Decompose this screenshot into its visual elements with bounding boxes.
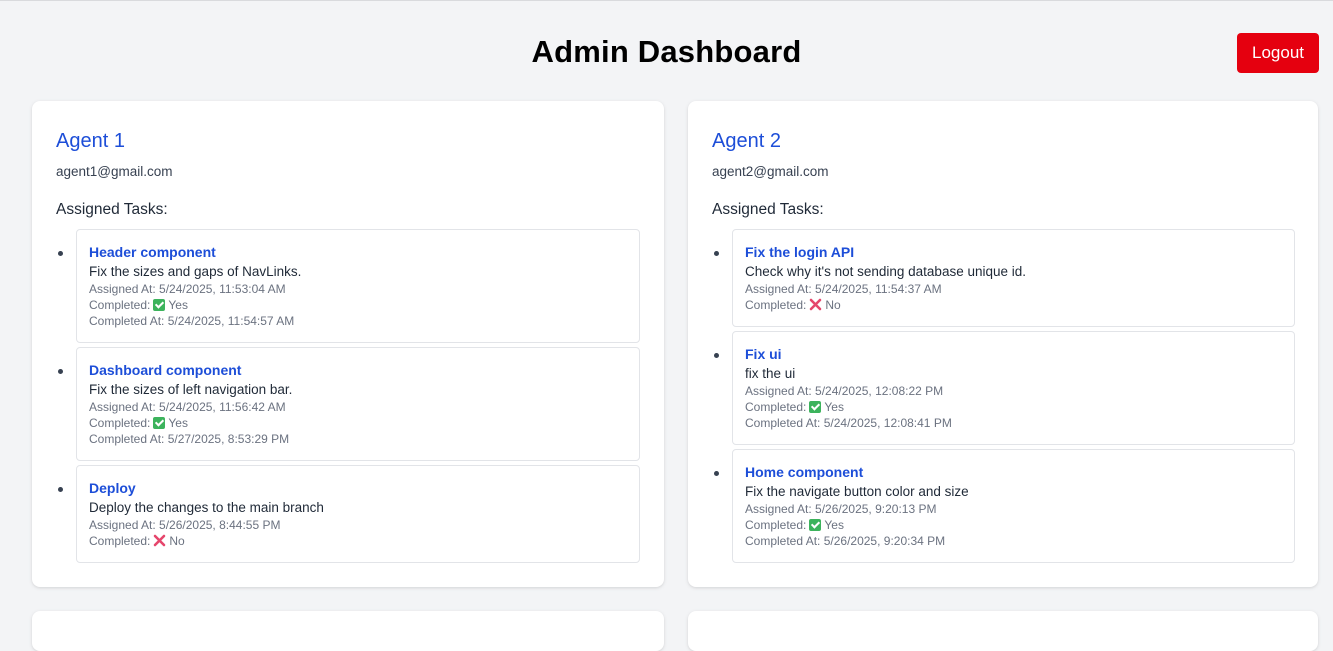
task-completed-status: Completed: No (745, 298, 841, 312)
assigned-tasks-heading: Assigned Tasks: (712, 201, 824, 218)
task-completed-at: Completed At: 5/24/2025, 12:08:41 PM (745, 416, 952, 430)
task-item: Header component Fix the sizes and gaps … (58, 229, 640, 343)
bullet-icon (714, 251, 719, 256)
task-description: Fix the sizes and gaps of NavLinks. (89, 264, 302, 279)
task-title: Fix ui (745, 346, 782, 362)
assigned-tasks-heading: Assigned Tasks: (56, 201, 168, 218)
task-item: Fix ui fix the ui Assigned At: 5/24/2025… (714, 331, 1295, 445)
bullet-icon (714, 353, 719, 358)
task-item: Dashboard component Fix the sizes of lef… (58, 347, 640, 461)
task-completed-at: Completed At: 5/24/2025, 11:54:57 AM (89, 314, 295, 328)
agent-card (688, 611, 1318, 651)
task-description: Deploy the changes to the main branch (89, 500, 324, 515)
task-list: Fix the login API Check why it's not sen… (714, 229, 1295, 567)
bullet-icon (58, 487, 63, 492)
task-item: Deploy Deploy the changes to the main br… (58, 465, 640, 563)
task-completed-status: Completed: No (89, 534, 185, 548)
bullet-icon (58, 251, 63, 256)
task-completed-at: Completed At: 5/27/2025, 8:53:29 PM (89, 432, 290, 446)
agent-card: Agent 1 agent1@gmail.com Assigned Tasks:… (32, 101, 664, 587)
task-completed-at: Completed At: 5/26/2025, 9:20:34 PM (745, 534, 946, 548)
task-description: Check why it's not sending database uniq… (745, 264, 1027, 279)
page-title: Admin Dashboard (531, 34, 802, 69)
top-border (0, 0, 1333, 1)
task-assigned-at: Assigned At: 5/26/2025, 9:20:13 PM (745, 502, 937, 516)
task-title: Deploy (89, 480, 136, 496)
task-assigned-at: Assigned At: 5/26/2025, 8:44:55 PM (89, 518, 281, 532)
task-item: Fix the login API Check why it's not sen… (714, 229, 1295, 327)
task-title: Home component (745, 464, 864, 480)
task-title: Fix the login API (745, 244, 855, 260)
task-assigned-at: Assigned At: 5/24/2025, 11:54:37 AM (745, 282, 942, 296)
check-icon (153, 417, 166, 429)
check-icon (809, 401, 822, 413)
task-completed-status: Completed: Yes (745, 400, 844, 414)
bullet-icon (58, 369, 63, 374)
logout-button[interactable]: Logout (1237, 33, 1319, 73)
check-icon (809, 519, 822, 531)
task-description: Fix the navigate button color and size (745, 484, 969, 499)
task-completed-status: Completed: Yes (745, 518, 844, 532)
task-assigned-at: Assigned At: 5/24/2025, 12:08:22 PM (745, 384, 944, 398)
agent-email: agent2@gmail.com (712, 164, 829, 179)
task-description: fix the ui (745, 366, 796, 381)
cross-icon (810, 298, 822, 311)
task-completed-status: Completed: Yes (89, 298, 188, 312)
bullet-icon (714, 471, 719, 476)
task-completed-status: Completed: Yes (89, 416, 188, 430)
task-list: Header component Fix the sizes and gaps … (58, 229, 640, 567)
task-item: Home component Fix the navigate button c… (714, 449, 1295, 563)
cross-icon (154, 534, 166, 547)
task-title: Header component (89, 244, 216, 260)
task-assigned-at: Assigned At: 5/24/2025, 11:56:42 AM (89, 400, 286, 414)
agent-name: Agent 1 (56, 130, 125, 152)
check-icon (153, 299, 166, 311)
agent-name: Agent 2 (712, 130, 781, 152)
task-assigned-at: Assigned At: 5/24/2025, 11:53:04 AM (89, 282, 286, 296)
task-description: Fix the sizes of left navigation bar. (89, 382, 293, 397)
task-title: Dashboard component (89, 362, 242, 378)
agent-email: agent1@gmail.com (56, 164, 173, 179)
agent-card (32, 611, 664, 651)
agent-card: Agent 2 agent2@gmail.com Assigned Tasks:… (688, 101, 1318, 587)
